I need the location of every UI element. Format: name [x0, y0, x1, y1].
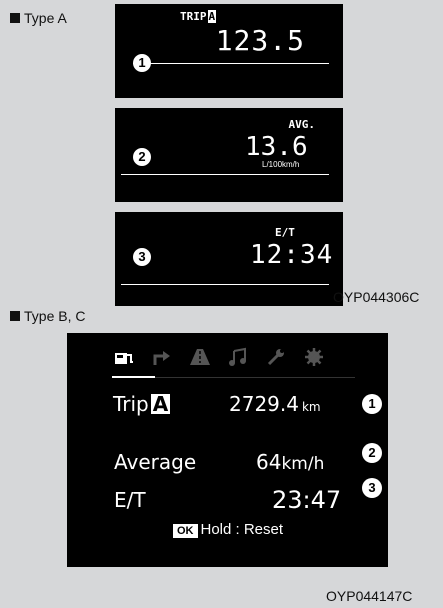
average-row-number: 64	[256, 450, 282, 474]
marker-3: 3	[133, 248, 151, 266]
elapsed-row-value: 23:47	[272, 486, 342, 514]
gear-icon	[305, 348, 323, 366]
avg-label: AVG.	[288, 118, 316, 131]
wrench-icon	[267, 349, 284, 366]
avg-divider	[121, 174, 329, 175]
marker-2: 2	[133, 148, 151, 166]
ok-button-icon: OK	[173, 524, 198, 538]
reset-row: OK Hold : Reset	[173, 521, 283, 538]
trip-panel: TRIP A 123.5 1	[115, 4, 343, 98]
figure-code-a: OYP044306C	[333, 289, 420, 305]
fuel-icon	[115, 353, 133, 364]
trip-row-number: 2729.4	[229, 392, 299, 416]
icon-underline	[112, 376, 155, 378]
reset-text: Hold : Reset	[200, 521, 284, 538]
type-a-caption-text: Type A	[24, 10, 67, 26]
avg-value: 13.6	[245, 132, 308, 162]
et-divider	[121, 284, 329, 285]
et-value: 12:34	[250, 240, 334, 270]
avg-unit: L/100km/h	[262, 160, 300, 169]
trip-divider	[133, 63, 329, 64]
et-label: E/T	[275, 226, 295, 239]
turn-arrow-icon	[153, 351, 170, 365]
figure-code-bc: OYP044147C	[326, 588, 413, 604]
trip-row-box: A	[150, 392, 171, 416]
trip-value: 123.5	[215, 24, 305, 57]
marker-b2: 2	[362, 443, 382, 463]
et-panel: E/T 12:34 3	[115, 212, 343, 306]
average-row-unit: km/h	[281, 454, 325, 474]
trip-row-value: 2729.4 km	[229, 392, 321, 416]
icon-row-rule	[155, 377, 355, 378]
type-bc-caption-text: Type B, C	[24, 308, 86, 324]
trip-row: Trip A	[113, 392, 171, 416]
type-a-caption: Type A	[10, 10, 67, 26]
trip-label: TRIP A	[180, 10, 217, 23]
avg-panel: AVG. 13.6 L/100km/h 2	[115, 108, 343, 202]
square-bullet-icon	[10, 13, 20, 23]
average-row-value: 64km/h	[256, 450, 324, 474]
average-row: Average	[114, 450, 197, 474]
type-bc-caption: Type B, C	[10, 308, 85, 324]
marker-b3: 3	[362, 478, 382, 498]
menu-icon-row	[113, 347, 325, 367]
trip-row-label: Trip	[113, 392, 149, 416]
elapsed-row: E/T	[114, 488, 146, 512]
road-icon	[190, 349, 210, 365]
square-bullet-icon	[10, 311, 20, 321]
marker-b1: 1	[362, 394, 382, 414]
trip-label-box: A	[207, 10, 217, 23]
music-note-icon	[229, 347, 246, 366]
trip-row-unit: km	[301, 400, 321, 414]
marker-1: 1	[133, 54, 151, 72]
trip-label-text: TRIP	[180, 10, 207, 23]
